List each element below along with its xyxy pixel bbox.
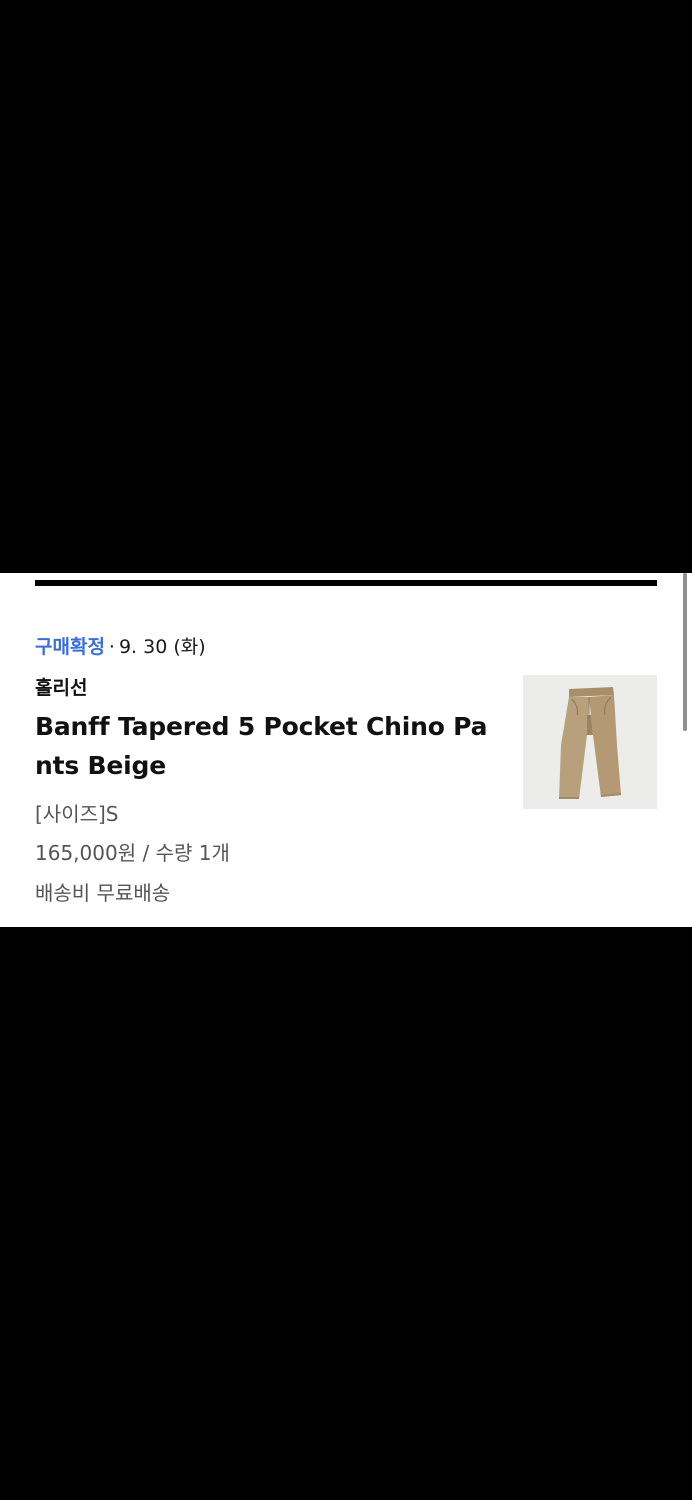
brand-name[interactable]: 홀리선 xyxy=(35,674,87,702)
pants-icon xyxy=(559,687,621,799)
product-option: [사이즈]S xyxy=(35,802,119,826)
shipping-fee: 배송비 무료배송 xyxy=(35,881,171,905)
order-status: 구매확정 xyxy=(35,636,105,658)
order-status-line: 구매확정 · 9. 30 (화) xyxy=(35,633,206,661)
order-date: 9. 30 (화) xyxy=(118,636,206,658)
scrollbar[interactable] xyxy=(683,573,687,731)
separator-dot: · xyxy=(108,636,115,658)
product-thumbnail[interactable] xyxy=(523,675,657,809)
price-quantity: 165,000원 / 수량 1개 xyxy=(35,841,230,865)
product-name[interactable]: Banff Tapered 5 Pocket Chino Pants Beige xyxy=(35,707,495,785)
order-item-card[interactable]: 구매확정 · 9. 30 (화) 홀리선 Banff Tapered 5 Pocke… xyxy=(0,573,692,927)
section-divider xyxy=(35,580,657,586)
